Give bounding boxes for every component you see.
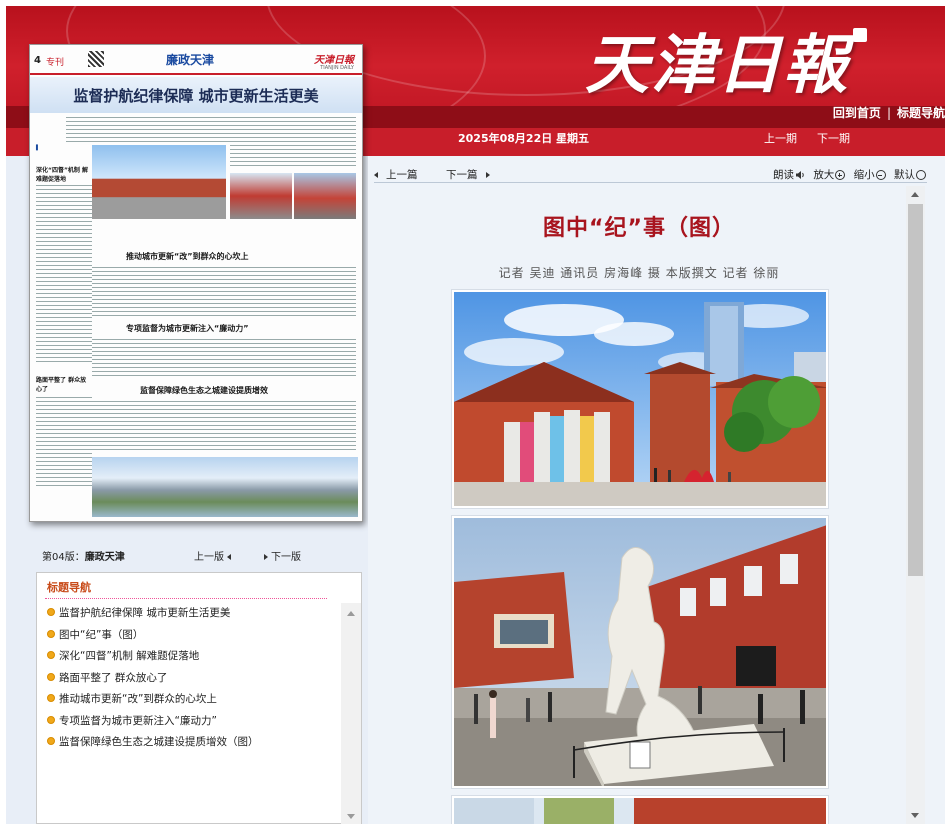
qr-code-icon [88,51,104,67]
photo-sculpture [454,518,826,786]
zoom-out-button[interactable]: 缩小 [854,169,886,181]
scroll-up-icon[interactable] [347,611,355,616]
prev-issue-link[interactable]: 上一期 [764,132,797,145]
thumb-column-name: 廉政天津 [166,53,215,67]
scroll-down-icon[interactable] [911,813,919,818]
next-article-link[interactable]: 下一篇 [446,167,490,182]
thumb-section-head: 专项监督为城市更新注入“廉动力” [126,324,249,333]
thumb-photo [92,145,226,219]
scroll-up-icon[interactable] [911,192,919,197]
prev-article-link[interactable]: 上一篇 [374,167,418,182]
bullet-icon [47,672,55,681]
title-nav-item[interactable]: 深化“四督”机制 解难题促落地 [47,648,259,670]
title-nav-item[interactable]: 监督护航纪律保障 城市更新生活更美 [47,605,259,627]
photo-partial [454,798,826,824]
title-nav-scrollbar[interactable] [341,603,361,824]
article-photo[interactable] [452,290,828,508]
issue-date: 2025年08月22日 星期五 [458,132,590,145]
title-nav-item[interactable]: 专项监督为城市更新注入“廉动力” [47,713,259,735]
title-nav-item[interactable]: 监督保障绿色生态之城建设提质增效（图） [47,734,259,756]
bullet-icon [47,737,55,745]
thumb-side-head: 路面平整了 群众放心了 [36,377,87,393]
circle-icon [916,170,926,180]
arrow-right-icon [485,172,490,178]
photo-courtyard [454,292,826,506]
title-nav-link[interactable]: 标题导航 [897,106,945,120]
article-content: 图中“纪”事（图） 记者 吴迪 通讯员 房海峰 摄 本版撰文 记者 徐丽 [374,186,904,824]
title-nav-heading: 标题导航 [47,581,91,594]
thumb-text-block [92,267,356,317]
zoom-in-button[interactable]: 放大 [813,169,846,181]
bullet-icon [47,629,55,638]
thumb-photo [294,173,356,219]
title-nav-list: 监督护航纪律保障 城市更新生活更美 图中“纪”事（图） 深化“四督”机制 解难题… [47,605,259,756]
thumb-page-number: 4 [34,55,41,66]
bullet-icon [47,715,55,724]
thumb-logo-sub: TIANJIN DAILY [320,65,354,71]
page-nav: 第04版：廉政天津 上一版 下一版 [42,548,362,564]
next-page-link[interactable]: 下一版 [264,548,301,563]
thumb-headline: 监督护航纪律保障 城市更新生活更美 [73,87,319,105]
thumb-text-block [92,401,356,453]
toolbar-divider [374,182,927,183]
masthead-logo[interactable]: 天津日報 [585,14,867,106]
thumb-section-head: 监督保障绿色生态之城建设提质增效 [140,386,268,395]
minus-icon [875,170,886,180]
default-size-button[interactable]: 默认 [894,169,926,181]
thumb-text-block [92,339,356,379]
thumb-photo [230,173,292,219]
speaker-icon [795,171,804,179]
thumb-side-head: 深化“四督”机制 解难题促落地 [36,167,88,183]
title-nav-item[interactable]: 推动城市更新“改”到群众的心坎上 [47,691,259,713]
issue-nav: 上一期 下一期 [764,130,870,146]
title-nav-box: 标题导航 监督护航纪律保障 城市更新生活更美 图中“纪”事（图） 深化“四督”机… [36,572,362,824]
thumb-text-block [66,117,356,143]
thumb-text-block [36,397,92,487]
arrow-left-icon [374,172,378,178]
text-tools: 朗读 放大 缩小 默认 [768,167,926,182]
plus-icon [835,170,846,180]
page-label: 第04版：廉政天津 [42,552,125,563]
title-nav-item[interactable]: 路面平整了 群众放心了 [47,670,259,692]
scrollbar-thumb[interactable] [908,204,923,576]
home-link[interactable]: 回到首页 [833,106,881,120]
thumb-side-label: ▌ [36,145,40,151]
bullet-icon [47,608,55,616]
page-thumbnail[interactable]: 4 专刊 廉政天津 天津日報 TIANJIN DAILY 监督护航纪律保障 城市… [29,44,363,522]
prev-page-link[interactable]: 上一版 [194,548,231,563]
read-aloud-button[interactable]: 朗读 [773,169,805,181]
thumb-photo [92,457,358,517]
thumb-text-block [230,145,356,169]
thumb-section-head: 推动城市更新“改”到群众的心坎上 [126,252,249,261]
seal-icon [853,28,867,42]
article-photo[interactable] [452,796,828,824]
arrow-left-icon [227,554,231,560]
scroll-down-icon[interactable] [347,814,355,819]
next-issue-link[interactable]: 下一期 [817,132,850,145]
bullet-icon [47,651,55,659]
thumb-text-block [36,185,92,365]
article-byline: 记者 吴迪 通讯员 房海峰 摄 本版撰文 记者 徐丽 [498,266,780,280]
top-nav: 回到首页 | 标题导航 [833,104,945,121]
title-nav-item[interactable]: 图中“纪”事（图） [47,627,259,649]
nav-separator: | [886,106,891,120]
article-photo[interactable] [452,516,828,788]
arrow-right-icon [264,554,268,560]
article-title: 图中“纪”事（图） [543,216,735,241]
thumb-logo: 天津日報 [314,55,354,66]
thumb-tag: 专刊 [46,58,65,68]
article-toolbar: 上一篇 下一篇 朗读 放大 缩小 默认 [374,165,934,183]
title-nav-divider [45,598,327,599]
bullet-icon [47,694,55,702]
article-scrollbar[interactable] [906,186,925,824]
